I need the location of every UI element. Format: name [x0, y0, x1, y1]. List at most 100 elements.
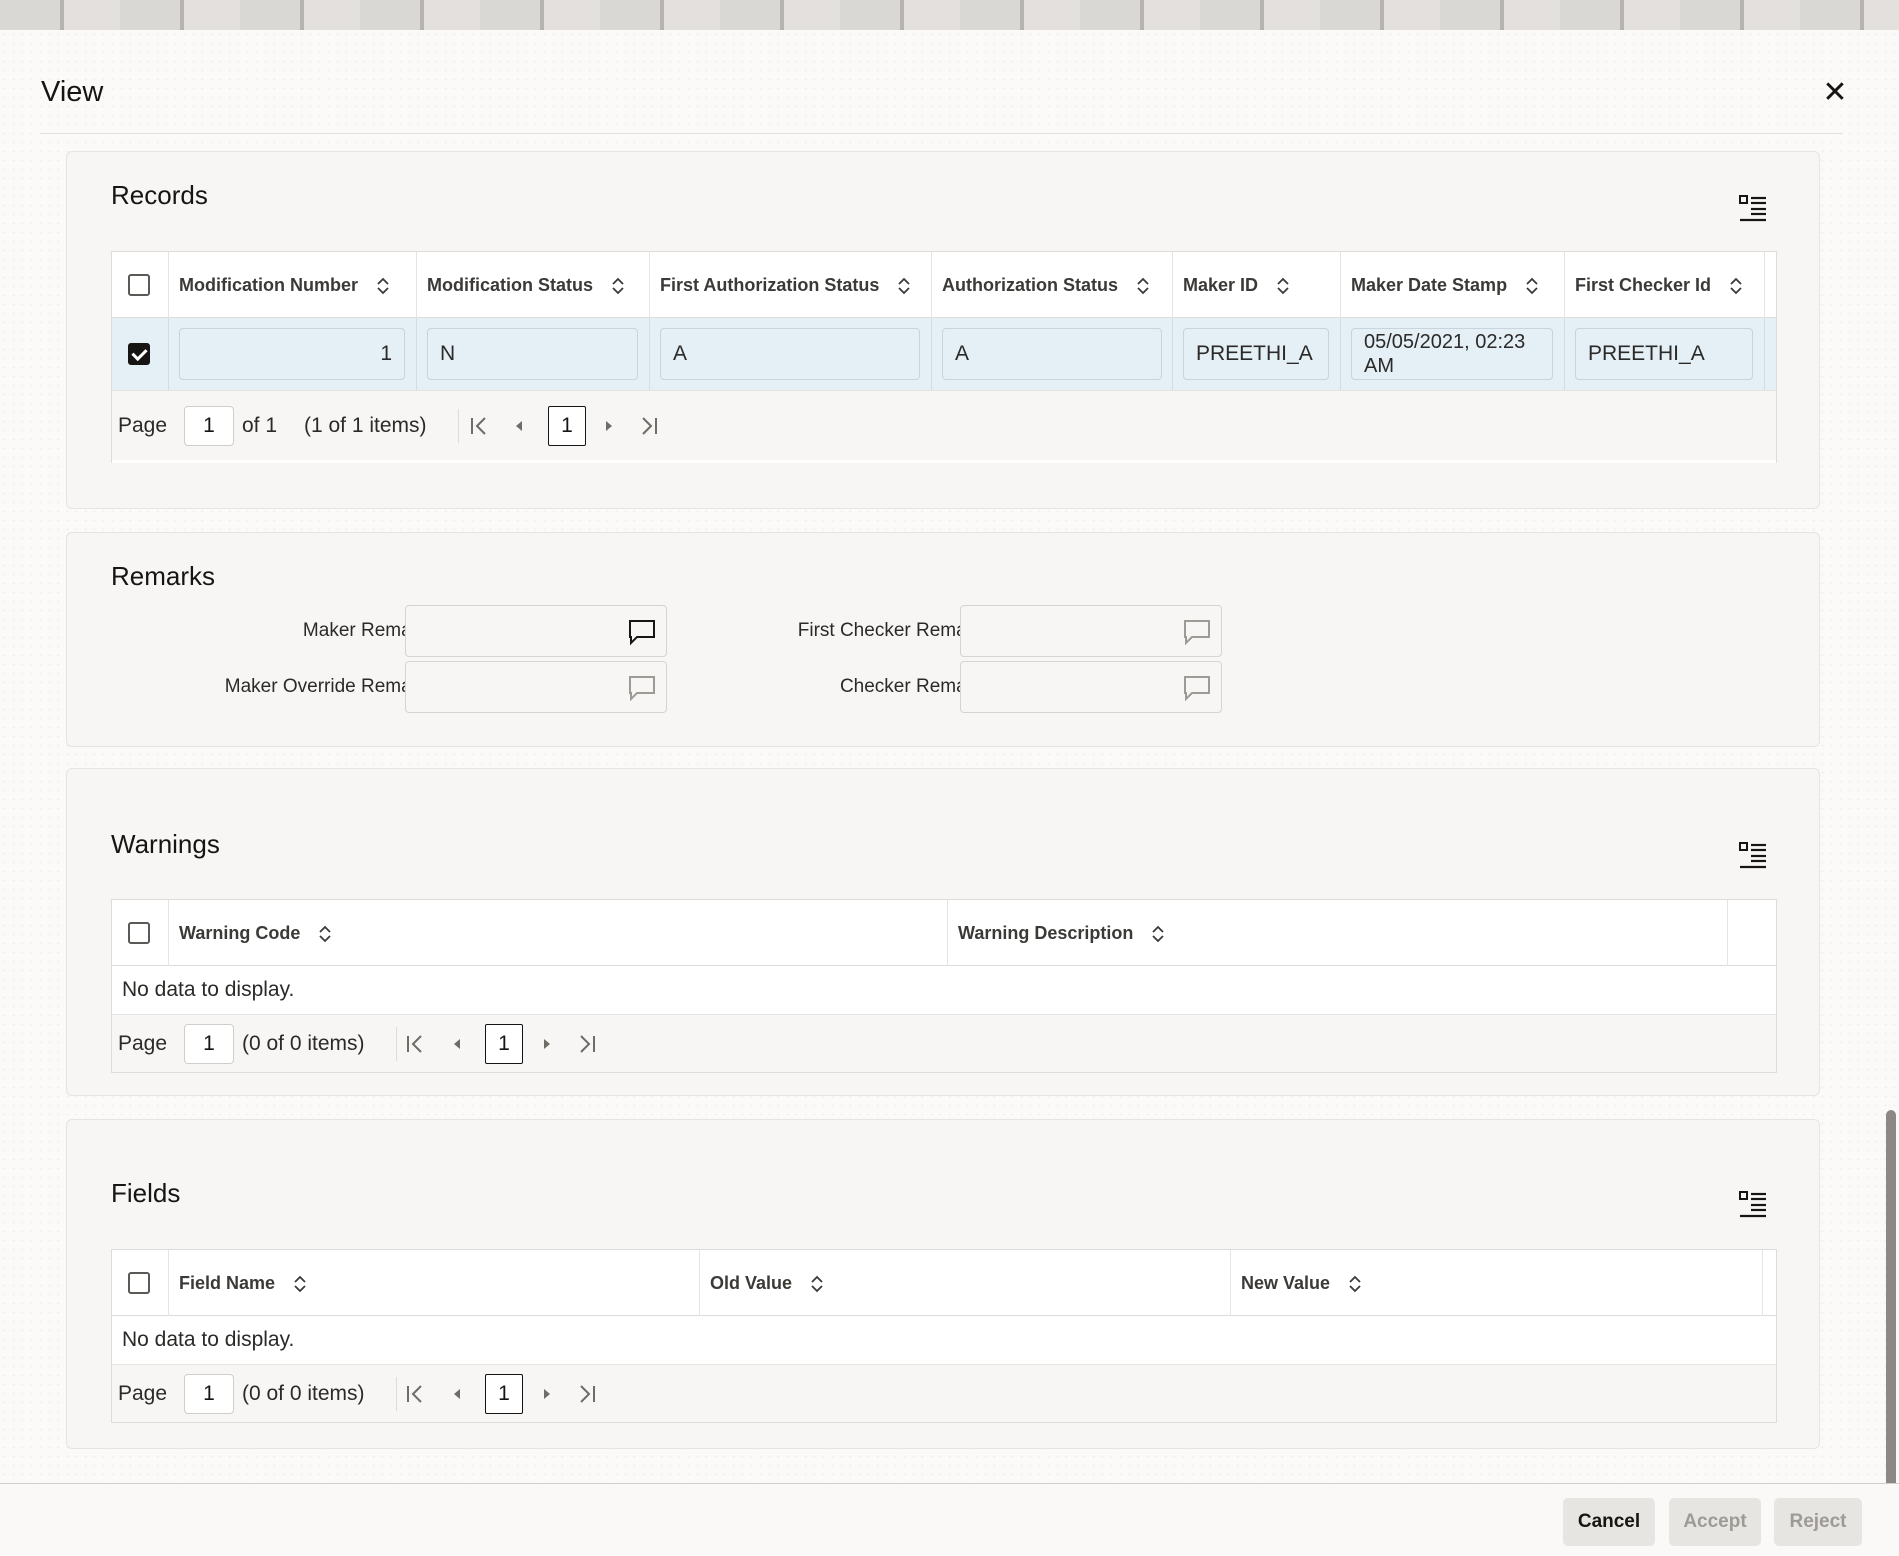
select-all-checkbox[interactable]: [128, 274, 150, 296]
current-page-button[interactable]: 1: [485, 1024, 523, 1064]
warnings-pagination: Page 1 (0 of 0 items) 1: [112, 1014, 1776, 1072]
sort-icon[interactable]: [1137, 277, 1149, 295]
col-authorization-status[interactable]: Authorization Status: [931, 252, 1172, 318]
first-page-icon[interactable]: [404, 1033, 426, 1055]
next-page-icon[interactable]: [598, 415, 620, 437]
sort-icon[interactable]: [319, 925, 331, 943]
column-divider: [1172, 318, 1173, 390]
col-warning-code[interactable]: Warning Code: [168, 900, 947, 966]
first-authorization-status-cell: A: [660, 328, 920, 380]
comment-icon[interactable]: [628, 618, 656, 646]
view-dialog: View ✕ Records Modification Number Modif…: [0, 30, 1899, 1556]
fields-header: Field Name Old Value New Value: [112, 1250, 1776, 1316]
reject-button[interactable]: Reject: [1774, 1498, 1862, 1546]
column-divider: [1564, 318, 1565, 390]
col-first-checker-id[interactable]: First Checker Id: [1564, 252, 1764, 318]
accept-button[interactable]: Accept: [1669, 1498, 1761, 1546]
records-grid: Modification Number Modification Status …: [111, 251, 1777, 463]
first-checker-remarks-field[interactable]: [960, 605, 1222, 657]
dialog-footer: Cancel Accept Reject: [0, 1483, 1899, 1556]
items-count: (0 of 0 items): [242, 1365, 365, 1423]
vertical-scrollbar[interactable]: [1886, 1110, 1896, 1510]
previous-page-icon[interactable]: [508, 415, 530, 437]
column-divider: [168, 318, 169, 390]
select-all-checkbox[interactable]: [128, 1272, 150, 1294]
sort-icon[interactable]: [377, 277, 389, 295]
fields-pagination: Page 1 (0 of 0 items) 1: [112, 1364, 1776, 1422]
fields-title: Fields: [111, 1178, 180, 1209]
sort-icon[interactable]: [1277, 277, 1289, 295]
sort-icon[interactable]: [1152, 925, 1164, 943]
page-number-input[interactable]: 1: [184, 406, 234, 446]
comment-icon[interactable]: [1183, 674, 1211, 702]
maker-id-cell: PREETHI_A: [1183, 328, 1329, 380]
col-maker-date-stamp[interactable]: Maker Date Stamp: [1340, 252, 1564, 318]
maker-remarks-field[interactable]: [405, 605, 667, 657]
list-view-icon[interactable]: [1739, 1190, 1767, 1218]
col-maker-id[interactable]: Maker ID: [1172, 252, 1340, 318]
col-field-name[interactable]: Field Name: [168, 1250, 699, 1316]
list-view-icon[interactable]: [1739, 841, 1767, 869]
col-modification-number[interactable]: Modification Number: [168, 252, 416, 318]
sort-icon[interactable]: [612, 277, 624, 295]
warnings-header: Warning Code Warning Description: [112, 900, 1776, 966]
checker-remarks-field[interactable]: [960, 661, 1222, 713]
first-page-icon[interactable]: [404, 1383, 426, 1405]
next-page-icon[interactable]: [536, 1383, 558, 1405]
sort-icon[interactable]: [1730, 277, 1742, 295]
next-page-icon[interactable]: [536, 1033, 558, 1055]
page-number-input[interactable]: 1: [184, 1374, 234, 1414]
list-view-icon[interactable]: [1739, 194, 1767, 222]
column-divider: [1764, 318, 1765, 390]
close-icon[interactable]: ✕: [1818, 76, 1852, 110]
table-row[interactable]: 1 N A A PREETHI_A 05/05/2021, 02:23 AM P…: [112, 318, 1776, 390]
sort-icon[interactable]: [294, 1275, 306, 1293]
sort-icon[interactable]: [1526, 277, 1538, 295]
comment-icon[interactable]: [1183, 618, 1211, 646]
column-divider: [1340, 318, 1341, 390]
sort-icon[interactable]: [811, 1275, 823, 1293]
row-checkbox[interactable]: [128, 343, 150, 365]
current-page-button[interactable]: 1: [485, 1374, 523, 1414]
column-divider: [649, 318, 650, 390]
empty-message: No data to display.: [122, 966, 294, 1014]
maker-date-stamp-cell: 05/05/2021, 02:23 AM: [1351, 328, 1553, 380]
items-count: (0 of 0 items): [242, 1015, 365, 1073]
remarks-title: Remarks: [111, 561, 215, 592]
cancel-button[interactable]: Cancel: [1563, 1498, 1655, 1546]
col-new-value[interactable]: New Value: [1230, 1250, 1763, 1316]
last-page-icon[interactable]: [576, 1033, 598, 1055]
maker-override-remarks-field[interactable]: [405, 661, 667, 713]
sort-icon[interactable]: [898, 277, 910, 295]
sort-icon[interactable]: [1349, 1275, 1361, 1293]
page-label: Page: [118, 1365, 167, 1423]
pager-divider: [458, 409, 459, 443]
page-number-input[interactable]: 1: [184, 1024, 234, 1064]
warnings-grid: Warning Code Warning Description No data…: [111, 899, 1777, 1073]
page-label: Page: [118, 1015, 167, 1073]
col-modification-status[interactable]: Modification Status: [416, 252, 649, 318]
previous-page-icon[interactable]: [446, 1033, 468, 1055]
pager-divider: [396, 1027, 397, 1061]
fields-panel: Fields Field Name Old Value N: [66, 1119, 1820, 1449]
previous-page-icon[interactable]: [446, 1383, 468, 1405]
col-first-authorization-status[interactable]: First Authorization Status: [649, 252, 931, 318]
page-label: Page: [118, 391, 167, 461]
comment-icon[interactable]: [628, 674, 656, 702]
authorization-status-cell: A: [942, 328, 1162, 380]
warnings-title: Warnings: [111, 829, 220, 860]
records-title: Records: [111, 180, 208, 211]
dialog-title: View: [41, 76, 103, 109]
first-checker-id-cell: PREETHI_A: [1575, 328, 1753, 380]
current-page-button[interactable]: 1: [548, 406, 586, 446]
col-old-value[interactable]: Old Value: [699, 1250, 1230, 1316]
col-warning-description[interactable]: Warning Description: [947, 900, 1728, 966]
last-page-icon[interactable]: [638, 415, 660, 437]
warnings-panel: Warnings Warning Code Warning Descriptio…: [66, 768, 1820, 1096]
modification-status-cell: N: [427, 328, 638, 380]
last-page-icon[interactable]: [576, 1383, 598, 1405]
select-all-checkbox[interactable]: [128, 922, 150, 944]
column-divider: [931, 318, 932, 390]
first-page-icon[interactable]: [468, 415, 490, 437]
empty-message: No data to display.: [122, 1316, 294, 1364]
